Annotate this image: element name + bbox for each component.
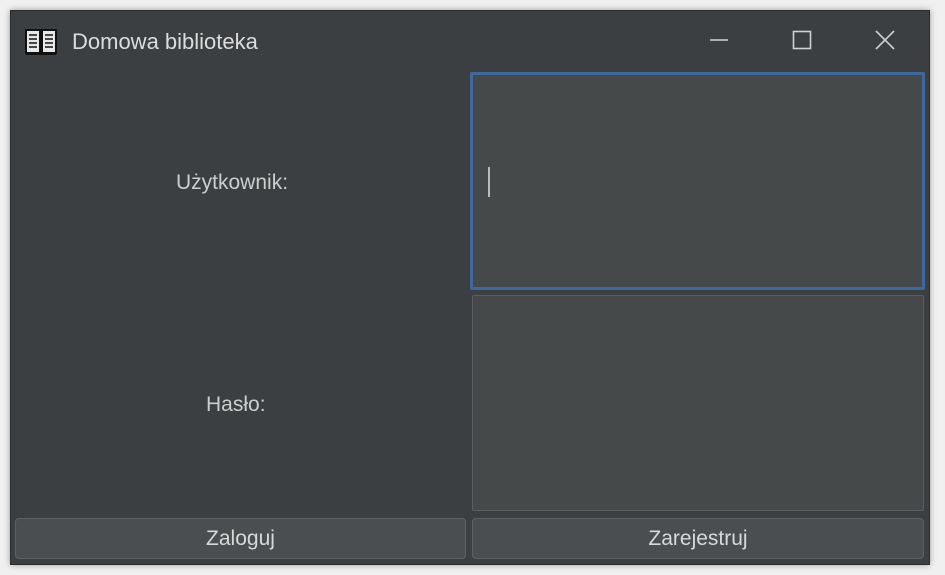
password-input[interactable] <box>473 296 923 510</box>
login-button[interactable]: Zaloguj <box>15 518 466 559</box>
login-window: Domowa biblioteka Użytkownik: Hasło: Zal… <box>10 10 930 565</box>
username-label: Użytkownik: <box>176 171 289 194</box>
password-label: Hasło: <box>206 393 266 416</box>
username-input[interactable] <box>473 75 922 287</box>
maximize-button[interactable] <box>772 21 832 63</box>
register-button[interactable]: Zarejestruj <box>472 518 924 559</box>
text-caret <box>488 167 490 197</box>
close-icon <box>875 29 895 55</box>
title-bar[interactable]: Domowa biblioteka <box>11 11 929 73</box>
password-field[interactable] <box>472 295 924 511</box>
minimize-button[interactable] <box>689 21 749 63</box>
maximize-icon <box>792 30 812 55</box>
window-title: Domowa biblioteka <box>72 29 258 54</box>
close-button[interactable] <box>855 21 915 63</box>
minimize-icon <box>709 30 729 55</box>
book-icon <box>25 28 57 56</box>
username-field[interactable] <box>470 72 925 290</box>
